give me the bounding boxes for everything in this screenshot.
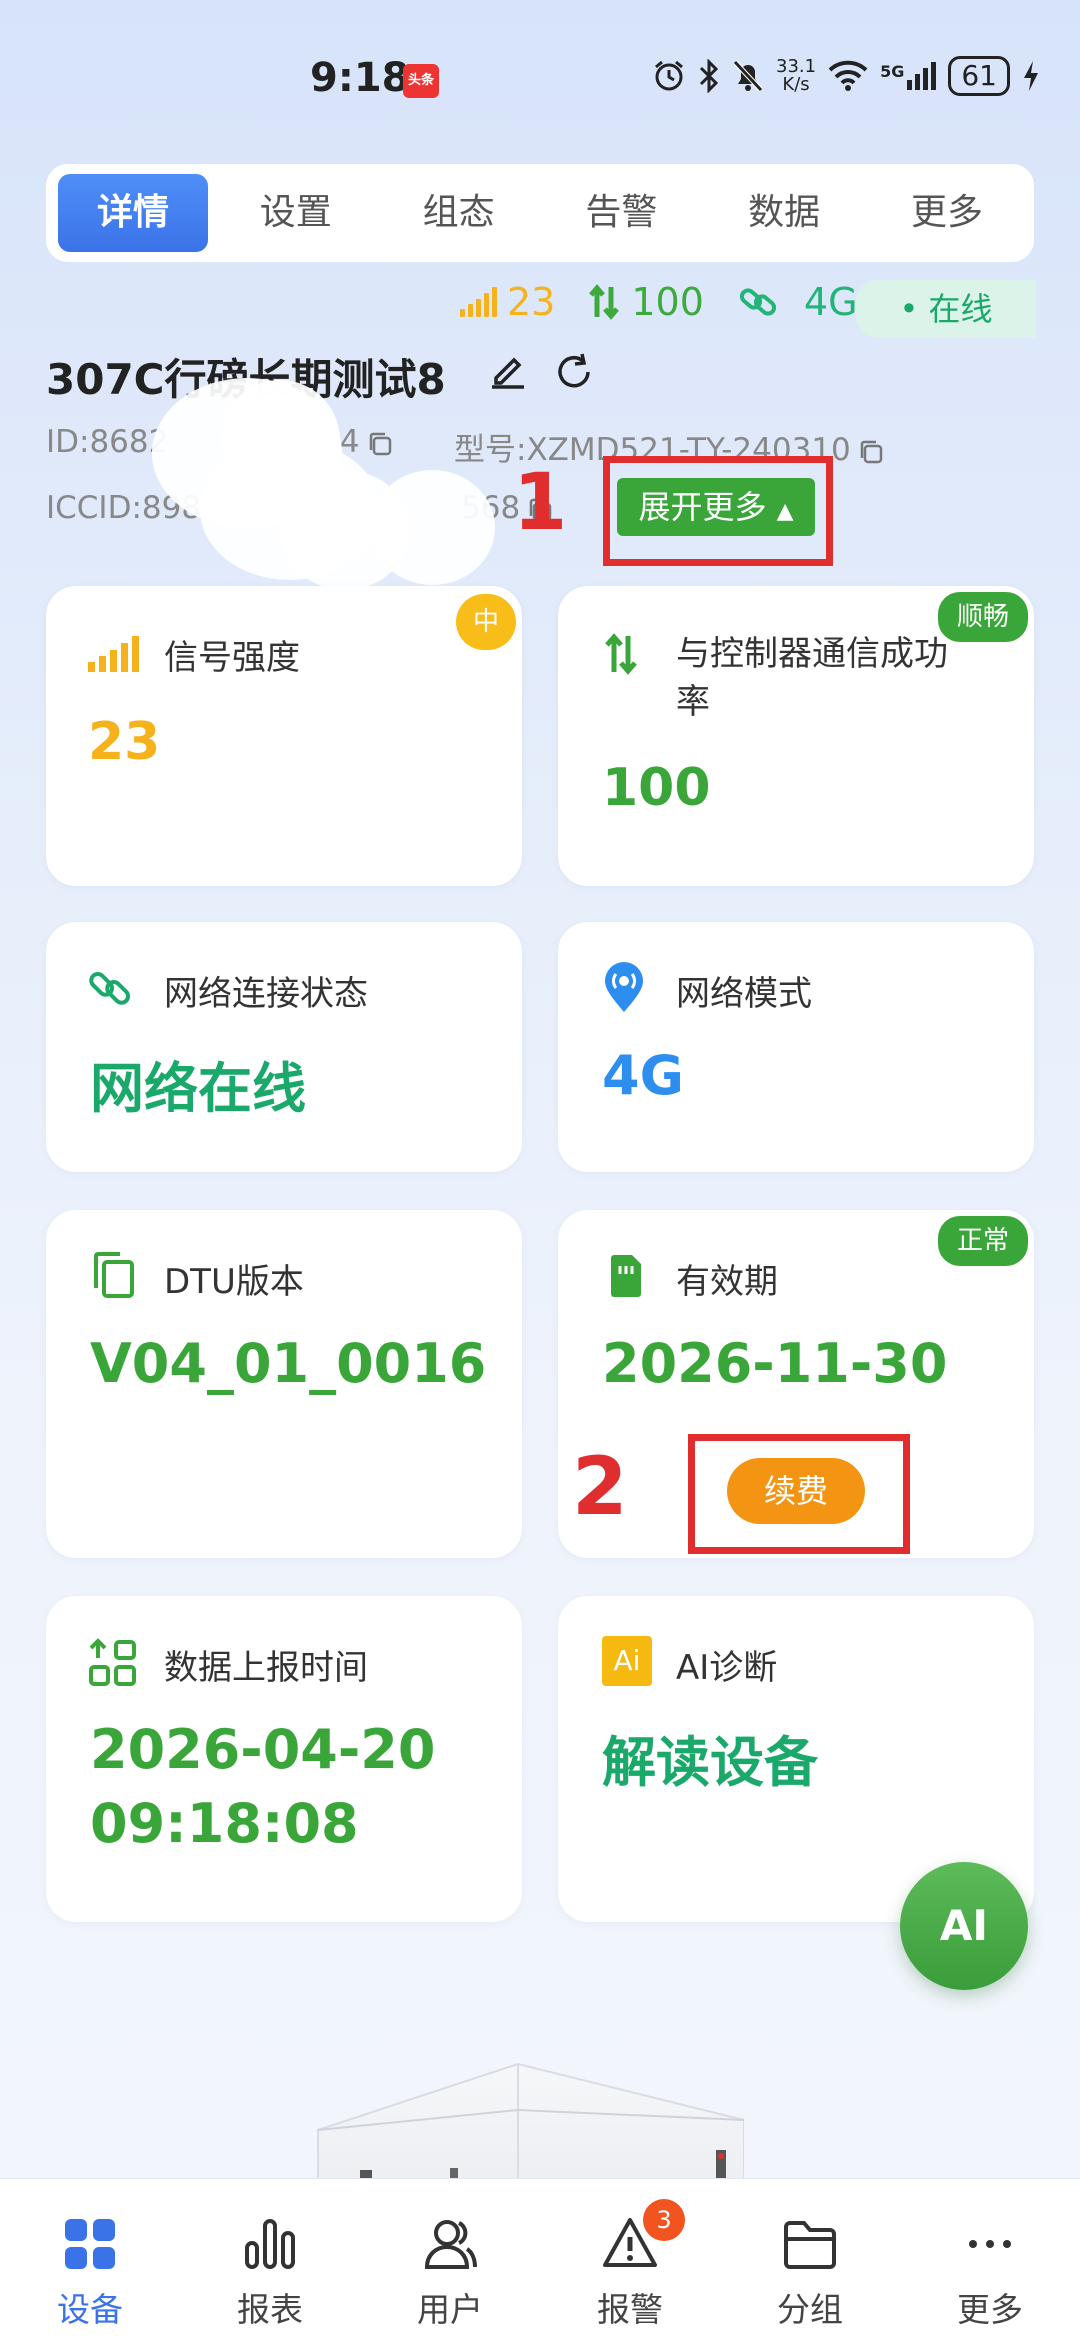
top-tab-bar: 详情 设置 组态 告警 数据 更多 xyxy=(46,164,1034,262)
edit-icon[interactable] xyxy=(488,350,528,390)
comm-card-value: 100 xyxy=(602,758,711,818)
bottom-navigation: 设备 报表 用户 3 报警 分组 更多 xyxy=(0,2178,1080,2340)
copy-icon[interactable] xyxy=(857,438,885,466)
nav-reports[interactable]: 报表 xyxy=(195,2215,345,2331)
network-speed: 33.1 K/s xyxy=(776,56,817,95)
refresh-icon[interactable] xyxy=(552,350,596,394)
summary-signal: 23 xyxy=(507,280,556,324)
network-status-card: 网络连接状态 网络在线 xyxy=(46,922,522,1172)
nav-more-label: 更多 xyxy=(957,2290,1023,2329)
link-icon xyxy=(89,971,131,1005)
nav-groups-label: 分组 xyxy=(777,2290,843,2329)
dtu-title: DTU版本 xyxy=(164,1262,304,1302)
comm-success-card: 与控制器通信成功率 100 顺畅 xyxy=(558,586,1034,886)
location-signal-icon xyxy=(605,962,643,1012)
tab-data[interactable]: 数据 xyxy=(709,174,859,252)
annotation-number-1: 1 xyxy=(513,458,568,548)
bluetooth-icon xyxy=(699,59,719,93)
bar-chart-icon xyxy=(245,2219,295,2269)
upload-grid-icon xyxy=(89,1638,136,1686)
tab-alarms[interactable]: 告警 xyxy=(546,174,696,252)
nav-groups[interactable]: 分组 xyxy=(735,2215,885,2331)
news-app-icon: 头条 xyxy=(403,64,439,98)
network-status-title: 网络连接状态 xyxy=(164,974,368,1014)
copy-icon[interactable] xyxy=(366,430,394,458)
ai-badge-icon: Ai xyxy=(602,1636,652,1686)
tab-details[interactable]: 详情 xyxy=(58,174,208,252)
cellular-signal-icon: 5G xyxy=(880,62,937,90)
nav-reports-label: 报表 xyxy=(237,2290,303,2329)
expand-more-button[interactable]: 展开更多 ▲ xyxy=(617,478,815,536)
tab-more[interactable]: 更多 xyxy=(872,174,1022,252)
report-time-clock: 09:18:08 xyxy=(90,1792,359,1855)
alarm-icon xyxy=(655,60,683,91)
redaction-blob xyxy=(220,380,340,500)
folder-icon xyxy=(784,2221,836,2269)
signal-card: 信号强度 23 中 xyxy=(46,586,522,886)
status-icons: 33.1 K/s 5G 61 xyxy=(652,56,1040,96)
dtu-value: V04_01_0016 xyxy=(90,1332,487,1395)
comm-status-badge: 顺畅 xyxy=(938,592,1028,642)
report-time-title: 数据上报时间 xyxy=(164,1648,368,1688)
copy-document-icon xyxy=(94,1252,134,1298)
nav-alarms[interactable]: 3 报警 xyxy=(555,2199,705,2331)
link-icon xyxy=(739,288,776,316)
signal-bars-icon xyxy=(460,287,497,317)
status-time: 9:18 xyxy=(310,55,410,101)
redaction-blob xyxy=(370,470,495,585)
summary-network-mode: 4G xyxy=(803,280,858,324)
signal-bars-icon xyxy=(88,636,139,672)
tab-configuration[interactable]: 组态 xyxy=(384,174,534,252)
ai-diagnosis-value: 解读设备 xyxy=(602,1731,818,1794)
status-bar: 9:18 头条 33.1 K/s 5G 61 xyxy=(0,0,1080,150)
nav-users[interactable]: 用户 xyxy=(375,2215,525,2331)
ai-diagnosis-title: AI诊断 xyxy=(676,1648,778,1688)
triangle-up-icon: ▲ xyxy=(776,499,794,524)
nav-devices[interactable]: 设备 xyxy=(15,2215,165,2331)
alarm-count-badge: 3 xyxy=(643,2199,685,2241)
nav-devices-label: 设备 xyxy=(57,2290,123,2329)
transfer-arrows-icon xyxy=(605,633,637,675)
grid-icon xyxy=(65,2219,115,2269)
sim-card-icon xyxy=(611,1255,641,1297)
nav-more[interactable]: 更多 xyxy=(915,2215,1065,2331)
dtu-version-card: DTU版本 V04_01_0016 xyxy=(46,1210,522,1558)
validity-status-badge: 正常 xyxy=(938,1216,1028,1266)
annotation-number-2: 2 xyxy=(572,1440,628,1533)
nav-users-label: 用户 xyxy=(417,2290,483,2329)
comm-card-title: 与控制器通信成功率 xyxy=(676,634,948,722)
signal-card-title: 信号强度 xyxy=(164,638,300,678)
charging-icon xyxy=(1024,61,1038,91)
signal-level-badge: 中 xyxy=(456,594,516,650)
report-time-card: 数据上报时间 2026-04-20 09:18:08 xyxy=(46,1596,522,1922)
summary-success-rate: 100 xyxy=(631,280,704,324)
online-status-badge: • 在线 xyxy=(856,280,1036,338)
more-dots-icon xyxy=(969,2240,1011,2248)
transfer-arrows-icon xyxy=(589,284,620,320)
tab-settings[interactable]: 设置 xyxy=(221,174,371,252)
network-mode-card: 网络模式 4G xyxy=(558,922,1034,1172)
validity-title: 有效期 xyxy=(676,1262,778,1302)
users-icon xyxy=(424,2220,477,2269)
network-mode-title: 网络模式 xyxy=(676,974,812,1014)
ai-assistant-button[interactable]: AI xyxy=(900,1862,1028,1990)
network-mode-value: 4G xyxy=(602,1044,684,1107)
validity-value: 2026-11-30 xyxy=(602,1332,948,1395)
battery-indicator: 61 xyxy=(948,56,1010,96)
summary-row: 23 100 4G xyxy=(460,280,858,324)
report-time-date: 2026-04-20 xyxy=(90,1718,436,1781)
network-status-value: 网络在线 xyxy=(90,1057,306,1120)
mute-bell-icon xyxy=(733,60,763,92)
signal-card-value: 23 xyxy=(88,712,161,772)
renew-button[interactable]: 续费 xyxy=(727,1458,865,1524)
wifi-icon xyxy=(828,60,868,91)
nav-alarms-label: 报警 xyxy=(597,2290,663,2329)
